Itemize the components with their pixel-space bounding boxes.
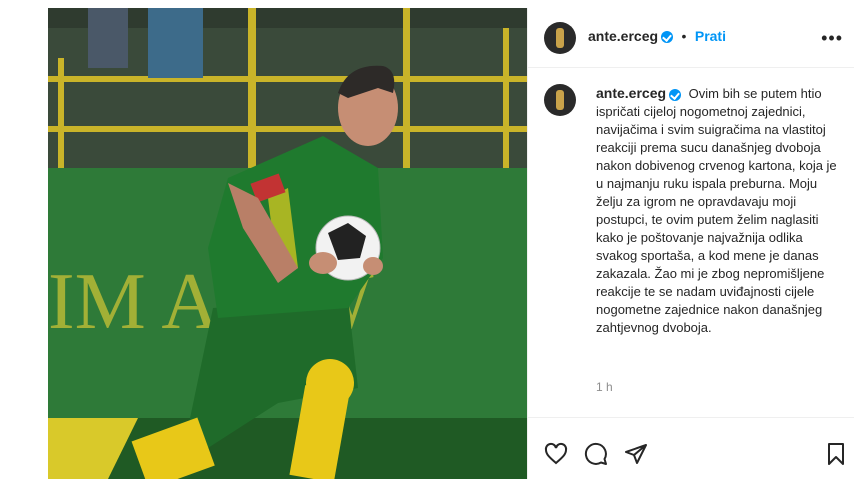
share-icon[interactable] xyxy=(624,442,648,466)
more-icon[interactable]: ••• xyxy=(821,28,843,49)
caption-username[interactable]: ante.erceg xyxy=(596,85,666,101)
comment-icon[interactable] xyxy=(584,442,608,466)
caption-text-wrap: ante.erceg Ovim bih se putem htio isprič… xyxy=(596,84,846,337)
header-username[interactable]: ante.erceg xyxy=(588,28,658,44)
action-bar xyxy=(528,417,854,480)
bookmark-icon[interactable] xyxy=(824,442,848,466)
post-timestamp[interactable]: 1 h xyxy=(596,380,613,394)
heart-icon[interactable] xyxy=(544,442,568,466)
caption-avatar[interactable] xyxy=(544,84,576,116)
caption-text: Ovim bih se putem htio ispričati cijeloj… xyxy=(596,86,837,335)
follow-button[interactable]: Prati xyxy=(695,28,726,44)
verified-icon xyxy=(669,88,682,101)
header-user-row: ante.erceg • Prati xyxy=(588,28,726,46)
player-photo: IM A 'TW xyxy=(48,8,527,479)
post-header: ante.erceg • Prati ••• xyxy=(528,8,854,68)
separator-dot: • xyxy=(681,28,687,44)
post-side-panel: ante.erceg • Prati ••• ante.erceg Ovim b… xyxy=(527,8,854,479)
post-photo[interactable]: IM A 'TW xyxy=(48,8,527,479)
verified-icon xyxy=(661,30,674,43)
avatar[interactable] xyxy=(544,22,576,54)
